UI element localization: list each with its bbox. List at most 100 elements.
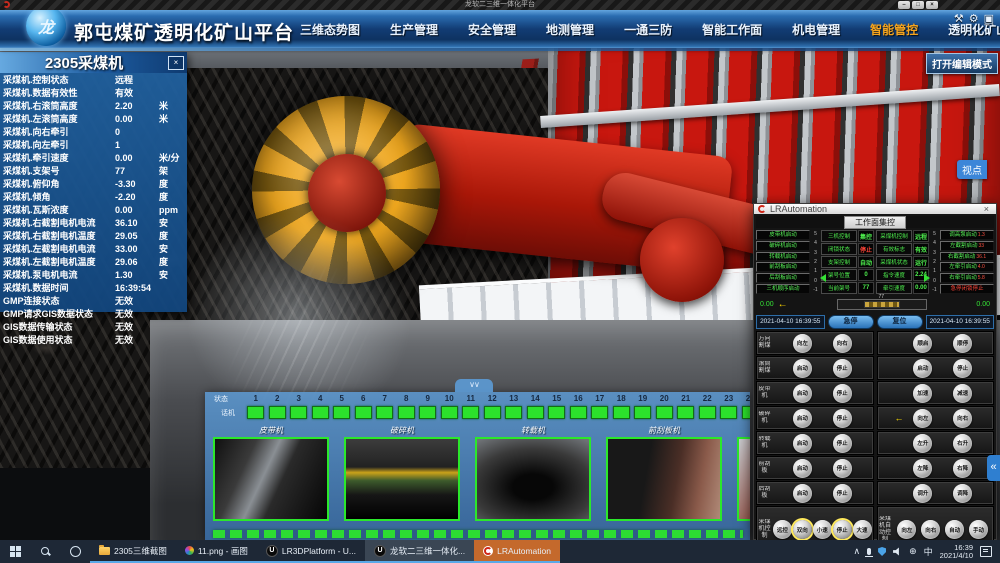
camera-thumbnail[interactable]: [606, 437, 722, 521]
tick-status-square[interactable]: [290, 406, 307, 419]
camera-thumbnail[interactable]: [213, 437, 329, 521]
tools-icon[interactable]: ⚒: [954, 13, 964, 25]
close-button[interactable]: ×: [926, 1, 938, 9]
notification-center-icon[interactable]: [980, 546, 992, 557]
nav-item[interactable]: 地测管理: [546, 21, 594, 38]
round-control-button[interactable]: 向左: [913, 409, 932, 428]
nav-item[interactable]: 一通三防: [624, 21, 672, 38]
equipment-start-button[interactable]: 转载机启动: [756, 252, 810, 262]
round-control-button[interactable]: 停止: [953, 359, 972, 378]
round-control-button[interactable]: 双向: [793, 520, 812, 539]
camera-thumbnail[interactable]: [475, 437, 591, 521]
nav-item[interactable]: 生产管理: [390, 21, 438, 38]
round-control-button[interactable]: 左降: [913, 459, 932, 478]
taskbar-task[interactable]: U龙软二三维一体化...: [365, 540, 474, 563]
strip-collapse-chevron-icon[interactable]: ∨∨: [455, 379, 493, 392]
round-control-button[interactable]: 启动: [793, 409, 812, 428]
equipment-start-button[interactable]: 三机顺序启动: [756, 284, 810, 294]
equipment-start-button[interactable]: 右牵引启动5.8: [940, 273, 994, 283]
tick-status-square[interactable]: [247, 406, 264, 419]
tick-status-square[interactable]: [419, 406, 436, 419]
round-control-button[interactable]: 启动: [793, 484, 812, 503]
equipment-start-button[interactable]: 调高泵启动1.3: [940, 230, 994, 240]
start-button[interactable]: [0, 540, 30, 563]
camera-thumbnail[interactable]: [737, 437, 750, 521]
tick-status-square[interactable]: [398, 406, 415, 419]
equipment-start-button[interactable]: 后刮板启动: [756, 273, 810, 283]
round-control-button[interactable]: 启动: [793, 359, 812, 378]
round-control-button[interactable]: 顺启: [913, 334, 932, 353]
collapse-handle[interactable]: «: [987, 455, 1000, 481]
equipment-start-button[interactable]: 左截割启动33: [940, 241, 994, 251]
reset-button[interactable]: 复位: [877, 315, 923, 329]
layout-icon[interactable]: ▣: [984, 13, 994, 25]
nav-item[interactable]: 智能工作面: [702, 21, 762, 38]
maximize-button[interactable]: □: [912, 1, 924, 9]
equipment-start-button[interactable]: 急停闭锁停止: [940, 284, 994, 294]
equipment-start-button[interactable]: 皮带机启动: [756, 230, 810, 240]
tick-status-square[interactable]: [634, 406, 651, 419]
tick-status-square[interactable]: [462, 406, 479, 419]
round-control-button[interactable]: 停止: [833, 384, 852, 403]
round-control-button[interactable]: 右降: [953, 459, 972, 478]
tray-expand-icon[interactable]: ∧: [853, 546, 860, 557]
round-control-button[interactable]: 左升: [913, 434, 932, 453]
taskbar-clock[interactable]: 16:39 2021/4/10: [940, 544, 973, 560]
round-control-button[interactable]: 停止: [833, 484, 852, 503]
search-button[interactable]: [30, 540, 60, 563]
round-control-button[interactable]: 启动: [913, 359, 932, 378]
round-control-button[interactable]: 向右: [833, 334, 852, 353]
tick-status-square[interactable]: [677, 406, 694, 419]
tick-status-square[interactable]: [355, 406, 372, 419]
round-control-button[interactable]: 启动: [793, 459, 812, 478]
round-control-button[interactable]: 启动: [793, 434, 812, 453]
round-control-button[interactable]: 小速: [813, 520, 832, 539]
round-control-button[interactable]: 远控: [773, 520, 792, 539]
speaker-icon[interactable]: [893, 547, 902, 556]
round-control-button[interactable]: 调降: [953, 484, 972, 503]
gauge-track[interactable]: 77: [837, 299, 927, 310]
lrautomation-close-icon[interactable]: ×: [981, 204, 992, 214]
equipment-start-button[interactable]: 左牵引启动4.0: [940, 262, 994, 272]
tick-status-square[interactable]: [484, 406, 501, 419]
nav-item[interactable]: 智能管控: [870, 21, 918, 38]
round-control-button[interactable]: 向左: [793, 334, 812, 353]
round-control-button[interactable]: 启动: [793, 384, 812, 403]
tick-status-square[interactable]: [527, 406, 544, 419]
tick-status-square[interactable]: [269, 406, 286, 419]
shearer-panel-close-icon[interactable]: ×: [168, 56, 184, 70]
nav-item[interactable]: 机电管理: [792, 21, 840, 38]
taskbar-task[interactable]: LRAutomation: [474, 540, 560, 563]
microphone-icon[interactable]: [867, 548, 871, 555]
tick-status-square[interactable]: [656, 406, 673, 419]
security-shield-icon[interactable]: [878, 547, 886, 556]
tick-status-square[interactable]: [333, 406, 350, 419]
round-control-button[interactable]: 手动: [969, 520, 988, 539]
tick-status-square[interactable]: [742, 406, 750, 419]
round-control-button[interactable]: 向右: [953, 409, 972, 428]
round-control-button[interactable]: 停止: [833, 359, 852, 378]
round-control-button[interactable]: 向右: [921, 520, 940, 539]
equipment-start-button[interactable]: 破碎机启动: [756, 241, 810, 251]
round-control-button[interactable]: 向左: [897, 520, 916, 539]
network-icon[interactable]: ⊕: [909, 546, 917, 557]
tick-status-square[interactable]: [720, 406, 737, 419]
round-control-button[interactable]: 停止: [833, 409, 852, 428]
open-edit-mode-button[interactable]: 打开编辑模式: [926, 53, 998, 74]
tick-status-square[interactable]: [505, 406, 522, 419]
taskbar-task[interactable]: 11.png - 画图: [176, 540, 257, 563]
round-control-button[interactable]: 自动: [945, 520, 964, 539]
viewpoint-tag[interactable]: 视点: [957, 160, 987, 179]
tick-status-square[interactable]: [441, 406, 458, 419]
round-control-button[interactable]: 大速: [853, 520, 872, 539]
round-control-button[interactable]: 减速: [953, 384, 972, 403]
round-control-button[interactable]: 顺停: [953, 334, 972, 353]
estop-button[interactable]: 急停: [828, 315, 874, 329]
round-control-button[interactable]: 停止: [833, 520, 852, 539]
nav-item[interactable]: 三维态势图: [300, 21, 360, 38]
ime-indicator[interactable]: 中: [924, 545, 933, 558]
nav-item[interactable]: 安全管理: [468, 21, 516, 38]
minimize-button[interactable]: –: [898, 1, 910, 9]
round-control-button[interactable]: 调升: [913, 484, 932, 503]
lrautomation-titlebar[interactable]: LRAutomation ×: [754, 204, 996, 214]
